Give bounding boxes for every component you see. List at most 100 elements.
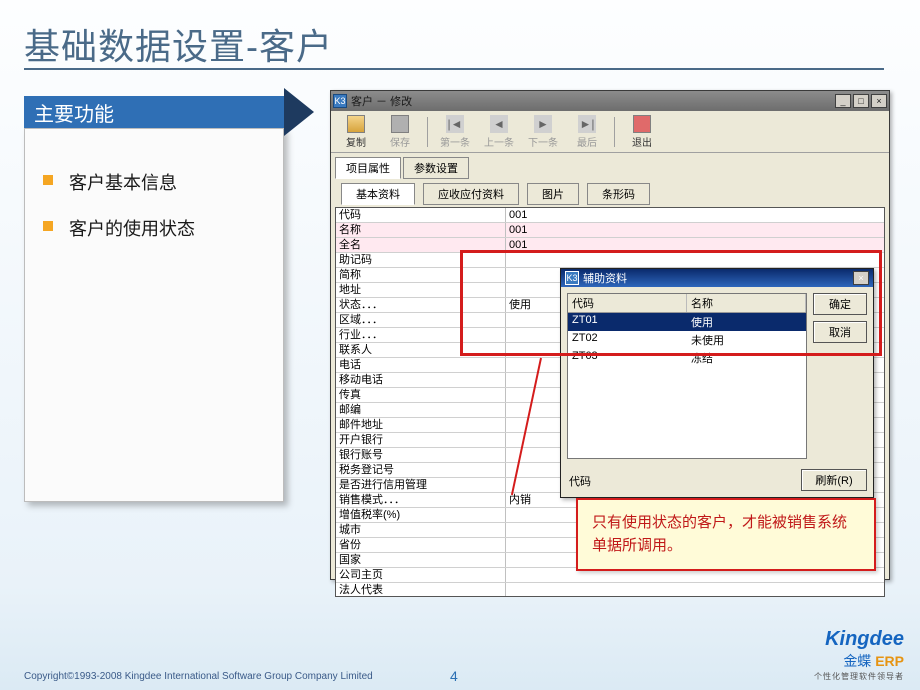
aux-list-row[interactable]: ZT02未使用 [568,331,806,349]
toolbar-separator [427,117,428,147]
last-icon: ►| [578,115,596,133]
tab-item-attributes[interactable]: 项目属性 [335,157,401,179]
toolbar-first[interactable]: |◄第一条 [434,115,476,149]
prev-icon: ◄ [490,115,508,133]
aux-icon: K3 [565,271,579,285]
aux-title-text: 辅助资料 [583,270,853,286]
tabs-level2: 基本资料 应收应付资料 图片 条形码 [331,179,889,205]
aux-ok-button[interactable]: 确定 [813,293,867,315]
grid-row[interactable]: 名称001 [336,223,884,238]
copy-icon [347,115,365,133]
toolbar-prev[interactable]: ◄上一条 [478,115,520,149]
logo-sub-cn: 金蝶 [843,653,871,669]
tab-ar-ap[interactable]: 应收应付资料 [423,183,519,205]
aux-cell-code: ZT03 [568,349,687,367]
footer-copyright: Copyright©1993-2008 Kingdee Internationa… [24,671,373,682]
bullet-item: 客户基本信息 [43,169,265,195]
toolbar-label: 第一条 [440,134,470,149]
logo-main: Kingdee [814,628,904,651]
toolbar: 复制 保存 |◄第一条 ◄上一条 ►下一条 ►|最后 退出 [331,111,889,153]
aux-list-row[interactable]: ZT03冻结 [568,349,806,367]
next-icon: ► [534,115,552,133]
grid-field-label: 名称 [336,223,506,237]
grid-field-label: 行业．．． [336,328,506,342]
grid-field-label: 公司主页 [336,568,506,582]
grid-field-label: 法人代表 [336,583,506,597]
grid-field-label: 销售模式．．． [336,493,506,507]
left-panel: 主要功能 客户基本信息 客户的使用状态 [24,96,284,502]
aux-cell-name: 使用 [687,313,806,331]
aux-refresh-button[interactable]: 刷新(R) [801,469,867,491]
toolbar-last[interactable]: ►|最后 [566,115,608,149]
grid-field-value[interactable] [506,583,884,597]
toolbar-label: 复制 [346,134,366,149]
grid-field-label: 简称 [336,268,506,282]
aux-list-header: 代码 名称 [568,294,806,313]
grid-field-label: 区域．．． [336,313,506,327]
save-icon [391,115,409,133]
tab-basic-info[interactable]: 基本资料 [341,183,415,205]
toolbar-save[interactable]: 保存 [379,115,421,149]
section-header: 主要功能 [24,96,284,128]
tab-image[interactable]: 图片 [527,183,579,205]
app-titlebar: K3 客户 － 修改 _ □ × [331,91,889,111]
grid-field-label: 开户银行 [336,433,506,447]
logo-sub-erp: ERP [875,653,904,669]
grid-field-label: 联系人 [336,343,506,357]
aux-list-row[interactable]: ZT01使用 [568,313,806,331]
aux-dialog: K3 辅助资料 × 代码 名称 ZT01使用ZT02未使用ZT03冻结 确定 取… [560,268,874,498]
toolbar-exit[interactable]: 退出 [621,115,663,149]
aux-cell-code: ZT02 [568,331,687,349]
aux-header-name: 名称 [687,294,806,312]
logo: Kingdee 金蝶 ERP 个性化管理软件领导者 [814,628,904,682]
aux-list[interactable]: 代码 名称 ZT01使用ZT02未使用ZT03冻结 [567,293,807,459]
grid-field-label: 邮编 [336,403,506,417]
grid-row[interactable]: 法人代表 [336,583,884,597]
tabs-level1: 项目属性 参数设置 [331,153,889,179]
aux-cancel-button[interactable]: 取消 [813,321,867,343]
grid-field-value[interactable]: 001 [506,223,884,237]
annotation-callout: 只有使用状态的客户，才能被销售系统单据所调用。 [576,498,876,571]
grid-field-label: 状态．．． [336,298,506,312]
logo-tagline: 个性化管理软件领导者 [814,671,904,682]
minimize-button[interactable]: _ [835,94,851,108]
grid-field-value[interactable] [506,253,884,267]
grid-field-label: 税务登记号 [336,463,506,477]
grid-field-label: 全名 [336,238,506,252]
toolbar-label: 退出 [632,134,652,149]
grid-field-value[interactable]: 001 [506,238,884,252]
grid-row[interactable]: 全名001 [336,238,884,253]
grid-field-value[interactable]: 001 [506,208,884,222]
grid-field-label: 代码 [336,208,506,222]
toolbar-label: 下一条 [528,134,558,149]
maximize-button[interactable]: □ [853,94,869,108]
toolbar-next[interactable]: ►下一条 [522,115,564,149]
toolbar-separator [614,117,615,147]
exit-icon [633,115,651,133]
grid-field-label: 传真 [336,388,506,402]
grid-field-label: 省份 [336,538,506,552]
grid-field-label: 城市 [336,523,506,537]
tab-barcode[interactable]: 条形码 [587,183,650,205]
aux-cell-name: 未使用 [687,331,806,349]
aux-close-button[interactable]: × [853,271,869,285]
grid-row[interactable]: 代码001 [336,208,884,223]
toolbar-label: 最后 [577,134,597,149]
grid-field-label: 银行账号 [336,448,506,462]
grid-field-label: 国家 [336,553,506,567]
bullet-item: 客户的使用状态 [43,215,265,241]
title-underline [24,68,884,70]
app-title: 客户 － 修改 [351,93,835,109]
grid-field-label: 助记码 [336,253,506,267]
toolbar-label: 保存 [390,134,410,149]
grid-field-label: 地址 [336,283,506,297]
grid-field-label: 是否进行信用管理 [336,478,506,492]
aux-cell-name: 冻结 [687,349,806,367]
close-button[interactable]: × [871,94,887,108]
tab-param-settings[interactable]: 参数设置 [403,157,469,179]
first-icon: |◄ [446,115,464,133]
app-icon: K3 [333,94,347,108]
aux-titlebar: K3 辅助资料 × [561,269,873,287]
toolbar-copy[interactable]: 复制 [335,115,377,149]
grid-row[interactable]: 助记码 [336,253,884,268]
